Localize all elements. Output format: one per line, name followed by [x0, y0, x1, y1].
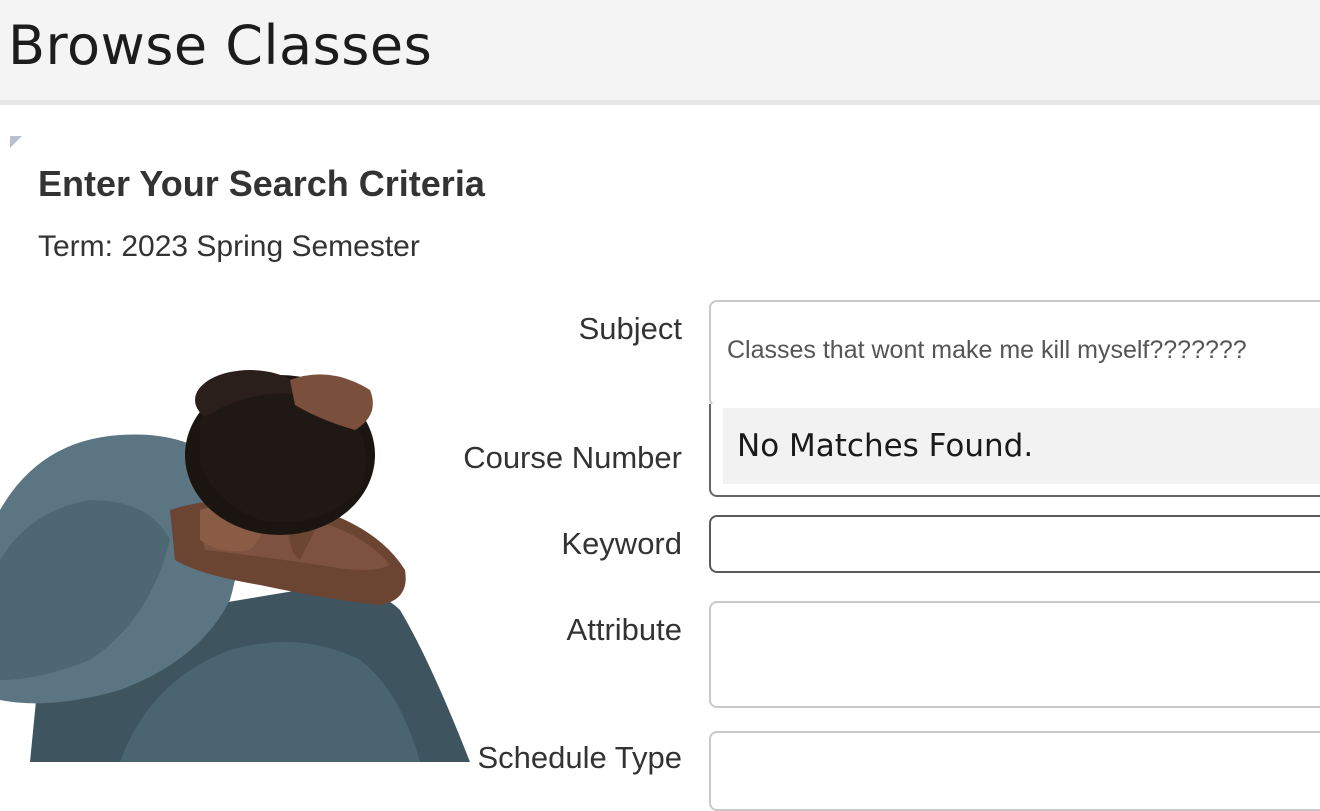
attribute-input[interactable]	[709, 601, 1320, 708]
corner-marker-icon	[10, 136, 22, 148]
subject-label: Subject	[578, 311, 682, 346]
page-header: Browse Classes	[0, 0, 1320, 105]
attribute-label: Attribute	[566, 612, 682, 647]
subject-input[interactable]: Classes that wont make me kill myself???…	[709, 300, 1320, 407]
course-number-label: Course Number	[463, 440, 682, 475]
schedule-type-label: Schedule Type	[477, 740, 682, 775]
term-label: Term: 2023 Spring Semester	[38, 230, 420, 263]
subject-input-value: Classes that wont make me kill myself???…	[727, 336, 1247, 364]
search-criteria-heading: Enter Your Search Criteria	[38, 163, 485, 204]
no-matches-message: No Matches Found.	[723, 408, 1320, 484]
page-title: Browse Classes	[8, 14, 433, 77]
subject-suggestions-dropdown: No Matches Found.	[709, 404, 1320, 497]
distressed-person-image	[0, 360, 500, 762]
keyword-label: Keyword	[561, 526, 682, 561]
keyword-input[interactable]	[709, 515, 1320, 573]
schedule-type-input[interactable]	[709, 731, 1320, 811]
